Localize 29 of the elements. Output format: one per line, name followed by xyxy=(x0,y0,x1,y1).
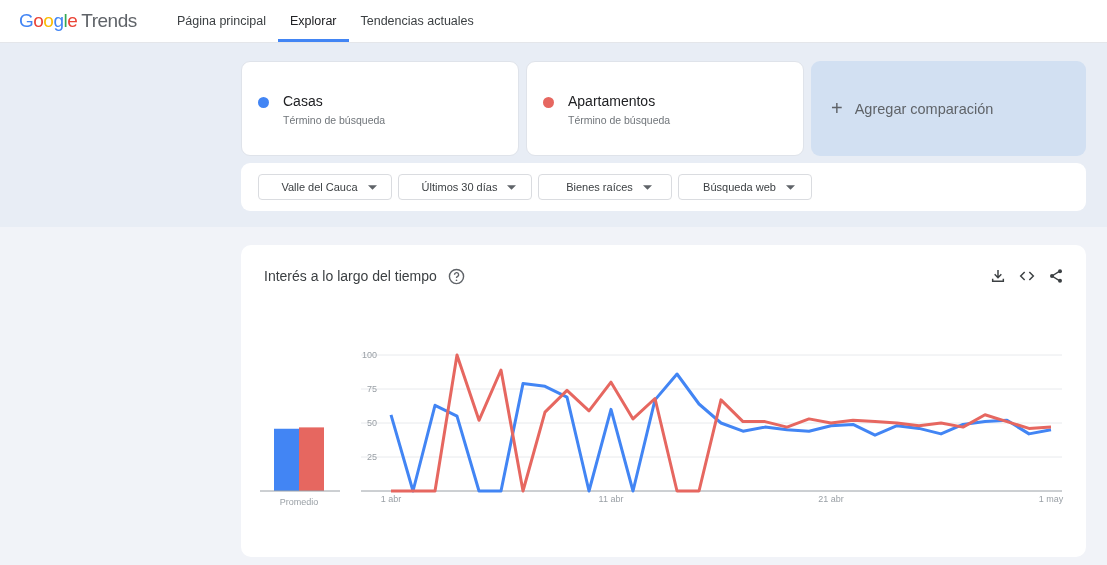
card-title: Interés a lo largo del tiempo xyxy=(264,268,437,284)
axis-label: 1 abr xyxy=(380,494,402,504)
term-name: Casas xyxy=(283,93,324,109)
axis-label: Promedio xyxy=(278,497,320,507)
term-subtitle: Término de búsqueda xyxy=(568,114,671,126)
filter-dropdown[interactable]: Valle del Cauca xyxy=(258,174,392,200)
filter-dropdown[interactable]: Búsqueda web xyxy=(678,174,812,200)
caret-icon xyxy=(642,184,652,190)
help-icon[interactable] xyxy=(447,267,465,285)
nav-tab[interactable]: Página principal xyxy=(165,0,278,42)
filter-dropdown[interactable]: Últimos 30 días xyxy=(398,174,532,200)
term-name: Apartamentos xyxy=(568,93,657,109)
nav-tab[interactable]: Tendencias actuales xyxy=(348,0,486,42)
axis-label: 25 xyxy=(367,452,377,462)
app-logo[interactable]: Google Trends xyxy=(0,0,165,42)
axis-label: 1 may xyxy=(1038,494,1064,504)
caret-icon xyxy=(785,184,795,190)
search-term-card[interactable]: Casas Término de búsqueda xyxy=(241,61,519,156)
term-subtitle: Término de búsqueda xyxy=(283,114,386,126)
axis-label: 21 abr xyxy=(818,494,844,504)
add-comparison-button[interactable]: + Agregar comparación xyxy=(811,61,1086,156)
axis-label: 100 xyxy=(361,350,377,360)
axis-label: 11 abr xyxy=(598,494,624,504)
caret-icon xyxy=(507,184,517,190)
caret-icon xyxy=(367,184,377,190)
axis-label: 50 xyxy=(367,418,377,428)
search-term-card[interactable]: Apartamentos Término de búsqueda xyxy=(526,61,804,156)
axis-label: 75 xyxy=(367,384,377,394)
filter-dropdown[interactable]: Bienes raíces xyxy=(538,174,672,200)
